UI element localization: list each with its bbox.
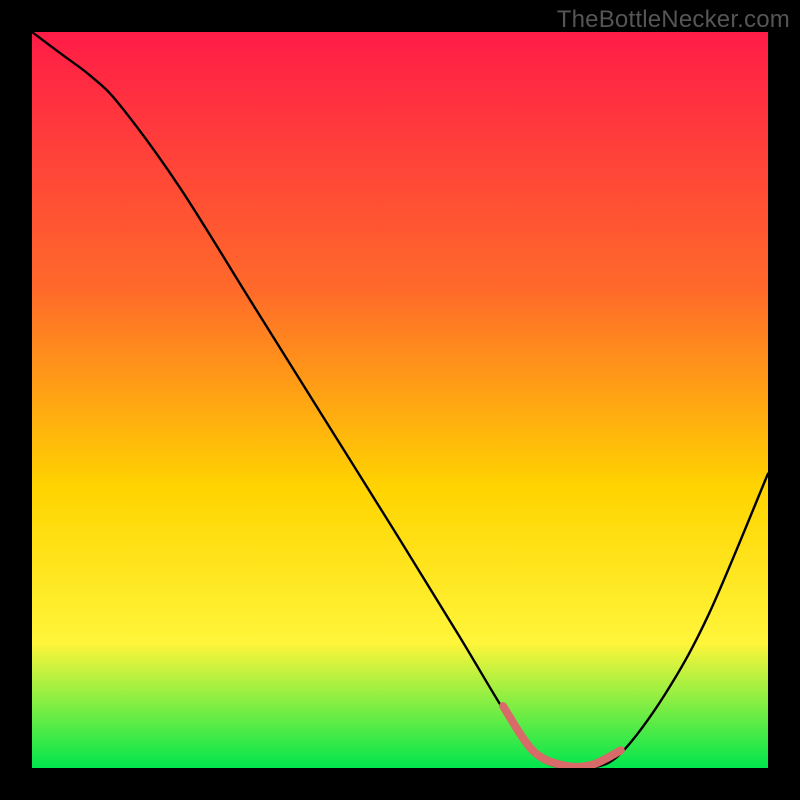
gradient-background (32, 32, 768, 768)
watermark-text: TheBottleNecker.com (557, 6, 790, 34)
bottleneck-chart (32, 32, 768, 768)
chart-frame (32, 32, 768, 768)
